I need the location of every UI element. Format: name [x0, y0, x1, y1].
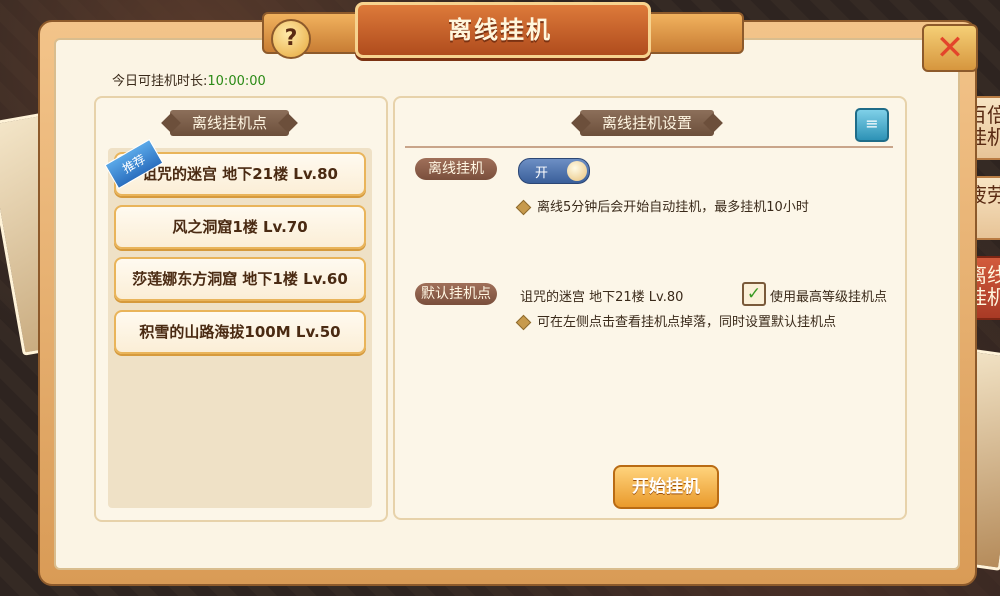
default-location-label: 默认挂机点 — [415, 283, 497, 305]
close-button[interactable]: ✕ — [922, 24, 978, 72]
help-button[interactable]: ? — [271, 19, 311, 59]
checkmark-icon: ✓ — [746, 284, 762, 304]
offline-label: 离线挂机 — [415, 158, 497, 180]
diamond-icon — [515, 314, 532, 331]
diamond-icon — [515, 199, 532, 216]
document-search-icon[interactable]: ≡ — [855, 108, 889, 142]
start-button[interactable]: 开始挂机 — [613, 465, 719, 509]
location-item-2[interactable]: 风之洞窟1楼 Lv.70 — [114, 205, 366, 249]
question-icon: ? — [284, 26, 298, 51]
title-wing-right — [640, 12, 744, 54]
location-item-4[interactable]: 积雪的山路海拔100M Lv.50 — [114, 310, 366, 354]
offline-hint-text: 离线5分钟后会开始自动挂机，最多挂机10小时 — [537, 200, 809, 215]
default-location-value: 诅咒的迷宫 地下21楼 Lv.80 — [520, 290, 684, 305]
today-time-label: 今日可挂机时长: — [112, 74, 208, 89]
settings-divider — [405, 146, 893, 148]
offline-hint: 离线5分钟后会开始自动挂机，最多挂机10小时 — [515, 196, 809, 216]
default-hint: 可在左侧点击查看挂机点掉落，同时设置默认挂机点 — [515, 311, 837, 331]
toggle-knob — [567, 161, 587, 181]
today-time: 今日可挂机时长:10:00:00 — [112, 70, 266, 89]
close-icon: ✕ — [935, 28, 965, 68]
use-highest-checkbox[interactable]: ✓ — [742, 282, 766, 306]
toggle-text: 开 — [535, 166, 549, 181]
location-panel-header: 离线挂机点 — [170, 110, 290, 136]
offline-toggle[interactable]: 开 — [518, 158, 590, 184]
today-time-value: 10:00:00 — [207, 74, 266, 89]
settings-panel-header: 离线挂机设置 — [580, 110, 715, 136]
use-highest-label: 使用最高等级挂机点 — [770, 290, 888, 305]
location-item-3[interactable]: 莎莲娜东方洞窟 地下1楼 Lv.60 — [114, 257, 366, 301]
default-hint-text: 可在左侧点击查看挂机点掉落，同时设置默认挂机点 — [537, 315, 837, 330]
dialog-title: 离线挂机 — [448, 16, 552, 44]
